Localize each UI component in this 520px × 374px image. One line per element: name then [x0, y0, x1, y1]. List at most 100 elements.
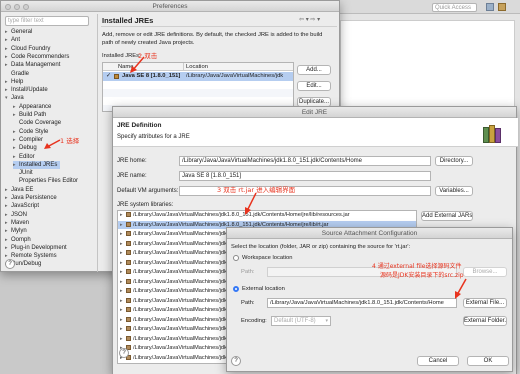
edit-jre-help-label: ? [122, 350, 126, 356]
tree-item[interactable]: ▸ Maven [5, 219, 29, 227]
source-description: Select the location (folder, JAR or zip)… [231, 244, 411, 250]
external-folder-button[interactable]: External Folder... [463, 316, 507, 326]
tree-item-label: Mylyn [11, 228, 27, 235]
tree-item[interactable]: ▸ Oomph [5, 236, 31, 244]
col-location-header[interactable]: Location [186, 63, 208, 71]
preferences-title: Preferences [152, 3, 188, 10]
tree-item-label: Editor [19, 153, 35, 160]
tree-item[interactable]: ▸ JSON [5, 211, 27, 219]
tree-item[interactable]: ▸ JavaScript [5, 202, 39, 210]
workspace-location-label: Workspace location [242, 255, 293, 261]
tree-item-label: JUnit [19, 170, 33, 177]
directory-button[interactable]: Directory... [435, 156, 473, 166]
tree-item-label: Oomph [11, 236, 31, 243]
tree-item[interactable]: ▸ Code Recommenders [5, 53, 69, 61]
tree-item[interactable]: ▸ Help [5, 78, 23, 86]
tree-item[interactable]: ▸ General [5, 28, 32, 36]
tree-item-label: Installed JREs [19, 161, 58, 168]
workspace-radio[interactable] [233, 255, 239, 261]
tree-item[interactable]: ▸ Code Style [13, 128, 48, 136]
edit-jre-button[interactable]: Edit... [297, 81, 331, 91]
minimize-icon[interactable] [14, 4, 20, 10]
tree-item[interactable]: ▾ Java [5, 94, 24, 102]
edit-jre-header: JRE Definition Specify attributes for a … [113, 118, 518, 147]
tree-item[interactable]: ▸ Java Persistence [5, 194, 57, 202]
tree-item[interactable]: ▸ Mylyn [5, 227, 27, 235]
header-divider [101, 26, 337, 27]
jar-icon [126, 212, 131, 217]
help-button[interactable]: ? [5, 259, 15, 269]
source-help-button[interactable]: ? [231, 356, 241, 366]
tree-item-label: Compiler [19, 136, 44, 143]
tree-item-label: Java Persistence [11, 195, 57, 201]
tree-item-label: Remote Systems [11, 253, 57, 260]
tree-item[interactable]: ▸ Installed JREs [13, 160, 61, 169]
filter-input[interactable]: type filter text [5, 16, 89, 26]
external-path-field[interactable]: /Library/Java/JavaVirtualMachines/jdk1.8… [267, 298, 457, 308]
workspace-path-label: Path: [241, 269, 255, 275]
jre-definition-heading: JRE Definition [117, 122, 162, 129]
tree-item[interactable]: JUnit [13, 169, 33, 177]
tree-item[interactable]: ▸ Ant [5, 36, 20, 44]
tree-item-label: JSON [11, 211, 28, 218]
jar-icon [126, 278, 131, 284]
external-location-label: External location [242, 286, 285, 292]
tree-item[interactable]: ▸ Build Path [13, 111, 46, 119]
external-radio[interactable] [233, 286, 239, 292]
jre-home-field[interactable]: /Library/Java/JavaVirtualMachines/jdk1.8… [179, 156, 431, 166]
library-row[interactable]: ▸/Library/Java/JavaVirtualMachines/jdk1.… [118, 211, 416, 219]
jre-definition-sub: Specify attributes for a JRE [117, 134, 190, 140]
tree-item[interactable]: ▸ Data Management [5, 61, 60, 69]
annotation-arrow-1 [44, 139, 61, 149]
tree-item-label: Properties Files Editor [19, 178, 79, 185]
nav-back-icon[interactable]: ⇦ ▾ ⇨ ▾ [299, 16, 320, 23]
browse-button[interactable]: Browse... [463, 267, 507, 277]
add-jre-button[interactable]: Add... [297, 65, 331, 75]
close-icon[interactable] [5, 4, 11, 10]
pane-divider[interactable] [97, 14, 98, 272]
zoom-icon[interactable] [23, 4, 29, 10]
tree-item[interactable]: ▸ Cloud Foundry [5, 45, 50, 53]
tree-item[interactable]: Properties Files Editor [13, 177, 78, 185]
encoding-select[interactable]: Default (UTF-8) ▾ [271, 316, 331, 326]
jar-icon [126, 231, 131, 236]
tree-item[interactable]: ▸ Install/Update [5, 86, 48, 94]
source-help-label: ? [234, 358, 238, 364]
encoding-label: Encoding: [241, 318, 267, 324]
variables-button[interactable]: Variables... [435, 186, 473, 196]
arrow-3-line [246, 192, 257, 212]
tree-item[interactable]: ▸ Editor [13, 153, 35, 161]
quick-access-field[interactable]: Quick Access [432, 3, 477, 12]
jar-icon [126, 259, 131, 265]
tree-item[interactable]: Gradle [5, 70, 29, 78]
col-separator[interactable] [183, 63, 184, 71]
tree-item-label: Gradle [11, 70, 30, 77]
tree-item[interactable]: ▸ Plug-in Development [5, 244, 67, 252]
jre-name-label: JRE name: [117, 173, 147, 179]
jre-checkbox[interactable]: ✓ [106, 73, 111, 80]
source-attachment-title: Source Attachment Configuration [321, 230, 418, 237]
external-path-label: Path: [241, 300, 255, 306]
encoding-value: Default (UTF-8) [274, 318, 316, 324]
jar-icon [126, 326, 131, 331]
tree-item[interactable]: ▸ Compiler [13, 136, 43, 144]
edit-jre-help-button[interactable]: ? [119, 348, 129, 358]
perspective-java-icon[interactable] [498, 3, 506, 11]
tree-item[interactable]: ▸ Appearance [13, 103, 51, 111]
perspective-icon[interactable] [486, 3, 494, 11]
tree-item-label: Java [11, 95, 24, 102]
installed-jres-description: Add, remove or edit JRE definitions. By … [102, 32, 323, 46]
ok-button[interactable]: OK [467, 356, 509, 366]
jre-name-field[interactable]: Java SE 8 [1.8.0_151] [179, 171, 431, 181]
tree-item[interactable]: Code Coverage [13, 119, 61, 127]
preferences-titlebar: Preferences [1, 1, 339, 12]
jre-location: /Library/Java/JavaVirtualMachines/jdk [186, 73, 284, 79]
tree-item[interactable]: ▸ Debug [13, 144, 37, 152]
tree-item-label: Code Coverage [19, 120, 62, 127]
tree-item[interactable]: ▸ Java EE [5, 186, 33, 194]
tree-item-label: JavaScript [11, 203, 40, 210]
cancel-button[interactable]: Cancel [417, 356, 459, 366]
add-external-jars-button[interactable]: Add External JARs... [421, 211, 473, 221]
chevron-down-icon: ▾ [325, 318, 328, 324]
jar-icon [126, 250, 131, 255]
